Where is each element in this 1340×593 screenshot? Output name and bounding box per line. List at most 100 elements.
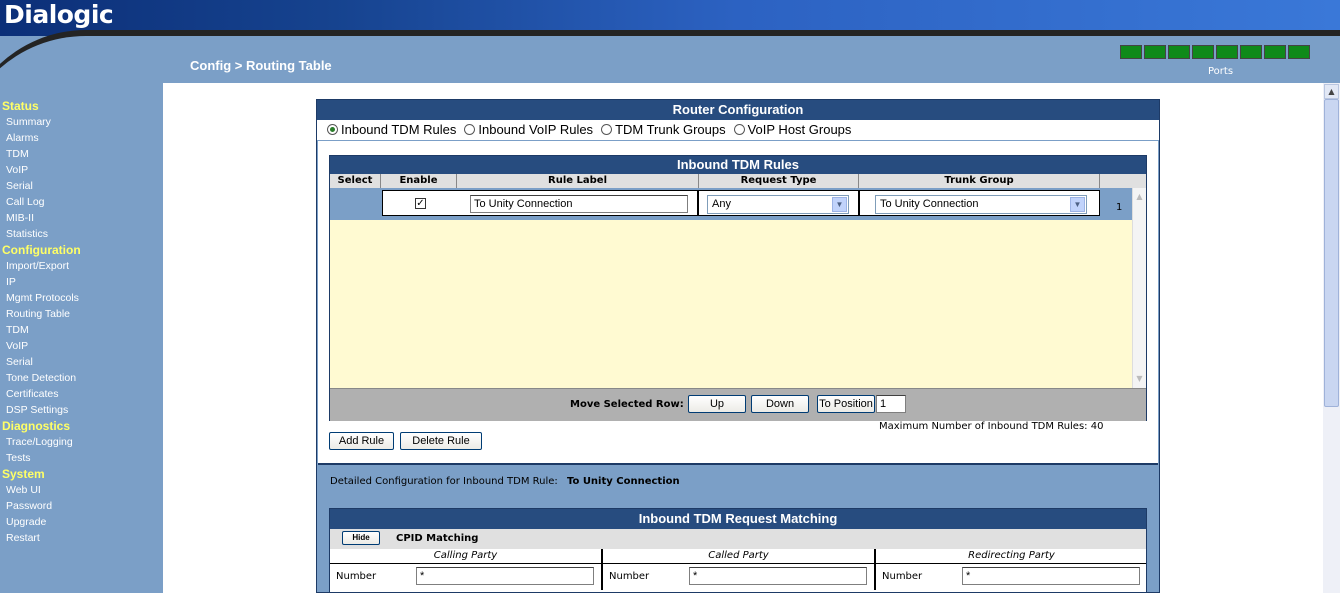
sidebar-item-restart[interactable]: Restart: [6, 530, 163, 546]
header: Dialogic Config > Routing Table Ports: [0, 0, 1340, 83]
sidebar-item-tests[interactable]: Tests: [6, 450, 163, 466]
port-indicator: [1264, 45, 1286, 59]
redirecting-number-input[interactable]: *: [962, 567, 1140, 585]
add-rule-button[interactable]: Add Rule: [329, 432, 394, 450]
dialogic-logo: Dialogic: [4, 0, 114, 29]
rules-column-headers: Select Enable Rule Label Request Type Tr…: [330, 174, 1146, 188]
port-indicator: [1288, 45, 1310, 59]
sidebar-item-tone-detection[interactable]: Tone Detection: [6, 370, 163, 386]
number-row: Number * Number * Number *: [330, 564, 1146, 590]
trunk-group-value: To Unity Connection: [880, 198, 979, 210]
col-request-type: Request Type: [699, 174, 859, 188]
sidebar-item-summary[interactable]: Summary: [6, 114, 163, 130]
sidebar-section-system[interactable]: System: [2, 466, 163, 482]
cpid-matching-bar: Hide CPID Matching: [330, 529, 1146, 549]
radio-button-icon[interactable]: [464, 124, 476, 135]
enable-checkbox[interactable]: ✓: [415, 198, 426, 209]
port-indicator: [1120, 45, 1142, 59]
down-button[interactable]: Down: [751, 395, 809, 413]
to-position-button[interactable]: To Position: [817, 395, 875, 413]
scroll-thumb[interactable]: [1324, 99, 1339, 407]
position-input[interactable]: 1: [876, 395, 906, 413]
redirecting-number-cell: Number *: [876, 564, 1147, 590]
port-indicator: [1240, 45, 1262, 59]
scroll-down-icon[interactable]: ▼: [1133, 372, 1146, 386]
sidebar-item-web-ui[interactable]: Web UI: [6, 482, 163, 498]
radio-label: Inbound VoIP Rules: [478, 122, 594, 137]
called-number-input[interactable]: *: [689, 567, 867, 585]
sidebar-item-serial[interactable]: Serial: [6, 354, 163, 370]
request-matching-table: Inbound TDM Request Matching Hide CPID M…: [329, 508, 1147, 593]
radio-option[interactable]: Inbound VoIP Rules: [464, 122, 593, 137]
request-type-select[interactable]: Any ▼: [707, 195, 849, 214]
chevron-down-icon[interactable]: ▼: [832, 197, 847, 212]
number-label: Number: [882, 571, 923, 582]
redirecting-party-header: Redirecting Party: [968, 550, 1055, 561]
port-indicator: [1192, 45, 1214, 59]
delete-rule-button[interactable]: Delete Rule: [400, 432, 482, 450]
sidebar-item-mgmt-protocols[interactable]: Mgmt Protocols: [6, 290, 163, 306]
chevron-down-icon[interactable]: ▼: [1070, 197, 1085, 212]
ports-indicator: [1120, 45, 1328, 62]
sidebar-item-alarms[interactable]: Alarms: [6, 130, 163, 146]
move-selected-row-label: Move Selected Row:: [570, 399, 684, 410]
hide-button[interactable]: Hide: [342, 531, 380, 545]
sidebar-item-tdm[interactable]: TDM: [6, 146, 163, 162]
sidebar-section-configuration[interactable]: Configuration: [2, 242, 163, 258]
rule-label-input[interactable]: To Unity Connection: [470, 195, 688, 213]
sidebar-item-ip[interactable]: IP: [6, 274, 163, 290]
sidebar-item-voip[interactable]: VoIP: [6, 162, 163, 178]
number-label: Number: [336, 571, 377, 582]
sidebar-item-voip[interactable]: VoIP: [6, 338, 163, 354]
radio-option[interactable]: Inbound TDM Rules: [327, 122, 456, 137]
router-config-title: Router Configuration: [317, 100, 1159, 120]
col-enable: Enable: [381, 174, 457, 188]
ports-label: Ports: [1208, 66, 1234, 77]
radio-button-icon[interactable]: [601, 124, 613, 135]
sidebar-section-diagnostics[interactable]: Diagnostics: [2, 418, 163, 434]
sidebar-item-trace-logging[interactable]: Trace/Logging: [6, 434, 163, 450]
rules-rows: ✓ To Unity Connection Any ▼ To Unity Con…: [330, 188, 1146, 388]
calling-number-input[interactable]: *: [416, 567, 594, 585]
sidebar-item-certificates[interactable]: Certificates: [6, 386, 163, 402]
breadcrumb: Config > Routing Table: [190, 58, 332, 73]
col-rule-label: Rule Label: [457, 174, 699, 188]
sidebar-item-password[interactable]: Password: [6, 498, 163, 514]
up-button[interactable]: Up: [688, 395, 746, 413]
calling-number-cell: Number *: [330, 564, 603, 590]
page-scrollbar[interactable]: ▲: [1323, 83, 1340, 593]
scroll-up-icon[interactable]: ▲: [1324, 84, 1339, 99]
sidebar-item-statistics[interactable]: Statistics: [6, 226, 163, 242]
radio-option[interactable]: VoIP Host Groups: [733, 122, 852, 137]
table-row[interactable]: ✓ To Unity Connection Any ▼ To Unity Con…: [330, 188, 1132, 220]
port-indicator: [1144, 45, 1166, 59]
sidebar-section-status[interactable]: Status: [2, 98, 163, 114]
radio-button-icon[interactable]: [327, 124, 338, 135]
radio-option[interactable]: TDM Trunk Groups: [601, 122, 726, 137]
rule-edit-cells: ✓ To Unity Connection: [382, 190, 698, 216]
sidebar-item-serial[interactable]: Serial: [6, 178, 163, 194]
col-trunk-group: Trunk Group: [859, 174, 1100, 188]
radio-button-icon[interactable]: [733, 124, 745, 135]
trunk-group-cell: To Unity Connection ▼: [859, 190, 1100, 216]
sidebar-item-import-export[interactable]: Import/Export: [6, 258, 163, 274]
calling-party-header: Calling Party: [330, 549, 603, 563]
detail-rule-name: To Unity Connection: [566, 476, 680, 487]
row-number: 1: [1116, 202, 1123, 213]
radio-label: VoIP Host Groups: [747, 122, 852, 137]
max-rules-text: Maximum Number of Inbound TDM Rules: 40: [879, 421, 1104, 432]
sidebar-item-call-log[interactable]: Call Log: [6, 194, 163, 210]
sidebar-item-routing-table[interactable]: Routing Table: [6, 306, 163, 322]
sidebar-item-tdm[interactable]: TDM: [6, 322, 163, 338]
number-label: Number: [609, 571, 650, 582]
sidebar-item-dsp-settings[interactable]: DSP Settings: [6, 402, 163, 418]
sidebar-item-upgrade[interactable]: Upgrade: [6, 514, 163, 530]
inbound-tdm-rules-table: Inbound TDM Rules Select Enable Rule Lab…: [329, 155, 1147, 421]
trunk-group-select[interactable]: To Unity Connection ▼: [875, 195, 1087, 214]
rules-table-title: Inbound TDM Rules: [330, 156, 1146, 174]
port-indicator: [1168, 45, 1190, 59]
scroll-up-icon[interactable]: ▲: [1133, 190, 1146, 204]
radio-label: Inbound TDM Rules: [341, 122, 457, 137]
rules-scrollbar[interactable]: ▲ ▼: [1132, 188, 1146, 388]
sidebar-item-mib-ii[interactable]: MIB-II: [6, 210, 163, 226]
